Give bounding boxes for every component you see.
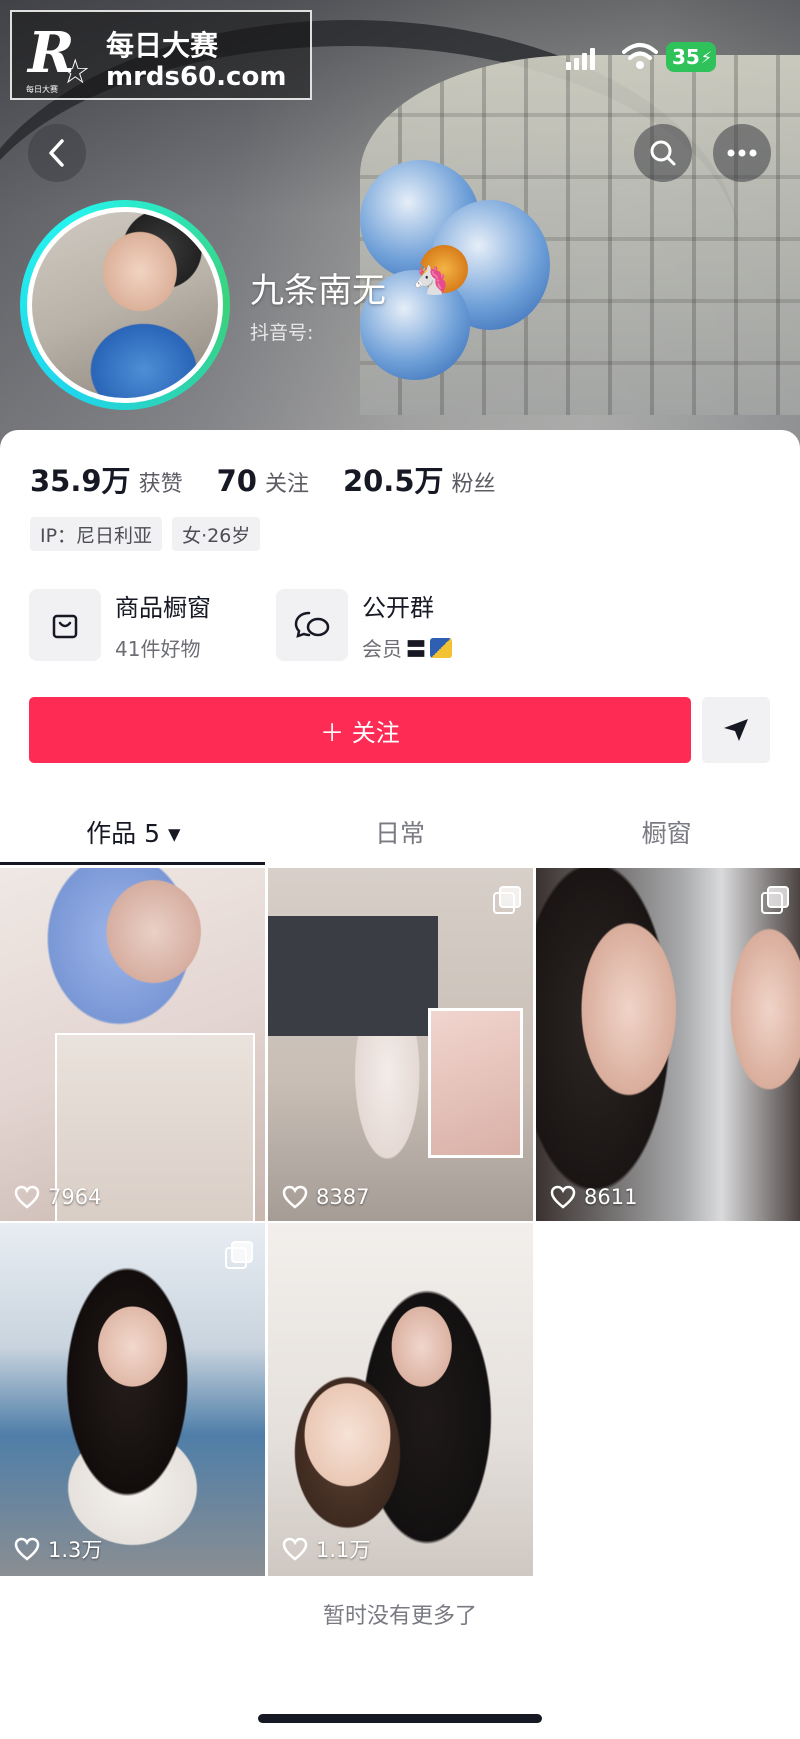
battery-indicator: 35 ⚡ [666, 42, 716, 72]
heart-icon [14, 1185, 40, 1209]
post-likes: 7964 [14, 1185, 101, 1209]
post-likes-count: 8611 [584, 1185, 638, 1209]
stats-row: 35.9万 获赞 70 关注 20.5万 粉丝 [30, 458, 530, 500]
followers-count[interactable]: 20.5万 [343, 458, 444, 500]
home-indicator[interactable] [258, 1714, 542, 1723]
shop-window-subtitle: 41件好物 [115, 637, 201, 661]
post-likes-count: 8387 [316, 1185, 370, 1209]
back-button[interactable] [28, 124, 86, 182]
watermark-logo-small: 每日大赛 [26, 85, 58, 94]
profile-name: 九条南无 [250, 271, 386, 311]
wifi-icon [622, 43, 658, 69]
public-group-subtitle: 会员 [362, 637, 402, 661]
charging-bolt-icon: ⚡ [700, 47, 713, 67]
post-tile[interactable]: 1.3万 [0, 1223, 265, 1576]
unicorn-badge-icon: 🦄 [412, 262, 450, 297]
member-badge-icon [430, 637, 452, 658]
multi-image-icon [493, 886, 521, 914]
avatar [27, 207, 223, 403]
active-tab-indicator [0, 862, 265, 865]
tab-showcase[interactable]: 橱窗 [533, 800, 800, 866]
post-likes-count: 7964 [48, 1185, 102, 1209]
profile-tags: IP：尼日利亚 女·26岁 [30, 517, 261, 551]
following-count[interactable]: 70 [217, 464, 257, 498]
avatar-ring[interactable] [20, 200, 230, 410]
shop-bag-icon [29, 589, 101, 661]
tab-works[interactable]: 作品 5 ▾ [0, 800, 267, 866]
multi-image-icon [761, 886, 789, 914]
gender-age-tag: 女·26岁 [172, 517, 261, 551]
heart-icon [282, 1185, 308, 1209]
watermark: R ☆ 每日大赛 每日大赛 mrds60.com [10, 10, 312, 100]
send-arrow-icon [724, 719, 748, 741]
cellular-signal-icon [566, 48, 595, 70]
more-button[interactable] [713, 124, 771, 182]
ip-location-tag: IP：尼日利亚 [30, 517, 163, 551]
post-likes-count: 1.1万 [316, 1538, 371, 1562]
profile-page: R ☆ 每日大赛 每日大赛 mrds60.com 35 ⚡ 九条南无 🦄 抖音号… [0, 0, 800, 1739]
post-likes: 1.1万 [282, 1534, 370, 1564]
no-more-content-text: 暂时没有更多了 [322, 1604, 477, 1629]
post-tile[interactable]: 7964 [0, 868, 265, 1221]
content-tabs: 作品 5 ▾ 日常 橱窗 [0, 800, 800, 866]
post-tile[interactable]: 8611 [536, 868, 800, 1221]
equals-icon: 〓 [406, 637, 426, 661]
chat-bubbles-icon [276, 589, 348, 661]
public-group-title: 公开群 [362, 594, 434, 622]
multi-image-icon [225, 1241, 253, 1269]
post-likes-count: 1.3万 [48, 1538, 103, 1562]
heart-icon [282, 1537, 308, 1561]
post-tile[interactable]: 1.1万 [268, 1223, 533, 1576]
watermark-url: mrds60.com [106, 62, 287, 92]
likes-count[interactable]: 35.9万 [30, 458, 131, 500]
likes-label: 获赞 [138, 472, 183, 497]
battery-level: 35 [672, 45, 700, 69]
heart-icon [550, 1185, 576, 1209]
profile-handle[interactable]: 抖音号: [250, 318, 313, 345]
post-likes: 1.3万 [14, 1534, 102, 1564]
post-tile[interactable]: 8387 [268, 868, 533, 1221]
post-likes: 8611 [550, 1185, 637, 1209]
share-button[interactable] [702, 697, 770, 763]
shop-window-title: 商品橱窗 [115, 594, 211, 622]
watermark-title: 每日大赛 [106, 29, 219, 62]
search-icon [650, 140, 676, 166]
more-dots-icon [727, 149, 757, 157]
followers-label: 粉丝 [451, 472, 496, 497]
search-button[interactable] [634, 124, 692, 182]
public-group-entry[interactable]: 公开群 会员 〓 [276, 588, 452, 662]
following-label: 关注 [264, 472, 309, 497]
tab-daily[interactable]: 日常 [267, 800, 534, 866]
chevron-left-icon [49, 139, 64, 167]
star-icon: ☆ [60, 52, 91, 92]
post-likes: 8387 [282, 1185, 369, 1209]
shop-window-entry[interactable]: 商品橱窗 41件好物 [29, 588, 211, 662]
heart-icon [14, 1537, 40, 1561]
follow-button[interactable]: ＋ 关注 [29, 697, 691, 763]
